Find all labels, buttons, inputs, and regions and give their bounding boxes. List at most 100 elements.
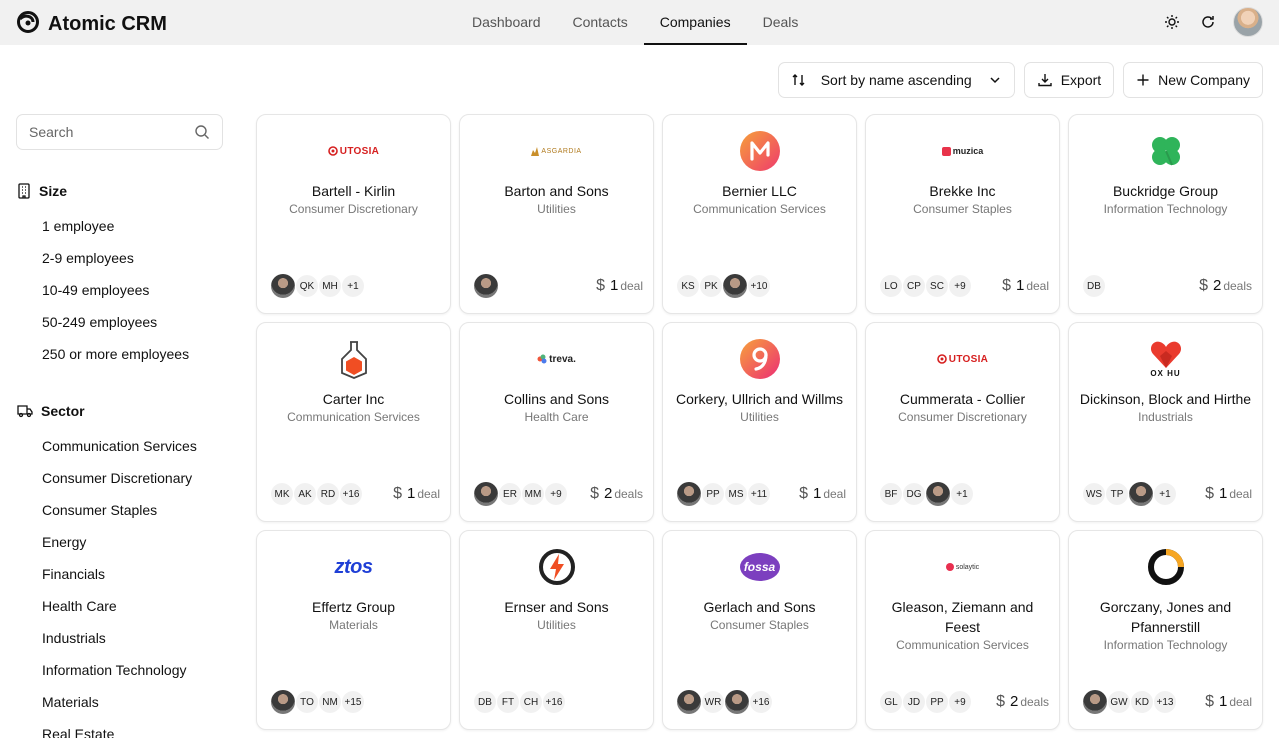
- sort-button[interactable]: Sort by name ascending: [777, 62, 1015, 98]
- company-card[interactable]: Carter Inc Communication Services MK AK RD +1…: [256, 322, 451, 522]
- contact-avatar[interactable]: CH: [520, 691, 542, 713]
- contact-avatar-photo[interactable]: [474, 482, 498, 506]
- contact-avatars: DB FT CH +16: [474, 691, 643, 713]
- company-card[interactable]: Bernier LLC Communication Services KS PK +10: [662, 114, 857, 314]
- contact-avatar[interactable]: KD: [1131, 691, 1153, 713]
- new-company-button[interactable]: New Company: [1123, 62, 1263, 98]
- more-contacts-count[interactable]: +9: [949, 691, 971, 713]
- company-card[interactable]: Corkery, Ullrich and Willms Utilities PP MS…: [662, 322, 857, 522]
- export-button[interactable]: Export: [1023, 62, 1115, 98]
- company-card[interactable]: solaytic Gleason, Ziemann and Feest Commun…: [865, 530, 1060, 730]
- contact-avatar-photo[interactable]: [725, 690, 749, 714]
- filter-sector-item[interactable]: Materials: [42, 686, 197, 718]
- contact-avatar[interactable]: LO: [880, 275, 902, 297]
- filter-sector-item[interactable]: Consumer Discretionary: [42, 462, 197, 494]
- search-input[interactable]: Search: [16, 114, 223, 150]
- more-contacts-count[interactable]: +1: [1154, 483, 1176, 505]
- theme-toggle-sun-icon[interactable]: [1161, 11, 1183, 33]
- contact-avatar[interactable]: NM: [319, 691, 341, 713]
- company-info: Buckridge Group Information Technology: [1077, 181, 1254, 217]
- contact-avatar[interactable]: BF: [880, 483, 902, 505]
- company-card[interactable]: fossa Gerlach and Sons Consumer Staples WR +…: [662, 530, 857, 730]
- refresh-icon[interactable]: [1197, 11, 1219, 33]
- contact-avatar-photo[interactable]: [677, 690, 701, 714]
- contact-avatar-photo[interactable]: [1129, 482, 1153, 506]
- filter-sector-item[interactable]: Communication Services: [42, 430, 197, 462]
- contact-avatar[interactable]: PK: [700, 275, 722, 297]
- more-contacts-count[interactable]: +16: [340, 483, 362, 505]
- more-contacts-count[interactable]: +16: [543, 691, 565, 713]
- contact-avatar[interactable]: SC: [926, 275, 948, 297]
- user-avatar[interactable]: [1233, 7, 1263, 37]
- company-card[interactable]: UTOSIA Bartell - Kirlin Consumer Discretio…: [256, 114, 451, 314]
- contact-avatar[interactable]: TO: [296, 691, 318, 713]
- filter-sector-item[interactable]: Health Care: [42, 590, 197, 622]
- contact-avatar[interactable]: WR: [702, 691, 724, 713]
- contact-avatar[interactable]: TP: [1106, 483, 1128, 505]
- contact-avatar[interactable]: WS: [1083, 483, 1105, 505]
- company-card[interactable]: ASGARDIA Barton and Sons Utilities $1 deal: [459, 114, 654, 314]
- tab-dashboard[interactable]: Dashboard: [456, 0, 557, 45]
- filter-sector-item[interactable]: Financials: [42, 558, 197, 590]
- more-contacts-count[interactable]: +10: [748, 275, 770, 297]
- company-card[interactable]: UTOSIA Cummerata - Collier Consumer Discre…: [865, 322, 1060, 522]
- contact-avatar[interactable]: MS: [725, 483, 747, 505]
- contact-avatar-photo[interactable]: [677, 482, 701, 506]
- contact-avatar-photo[interactable]: [723, 274, 747, 298]
- filter-sector-item[interactable]: Energy: [42, 526, 197, 558]
- contact-avatar[interactable]: DG: [903, 483, 925, 505]
- more-contacts-count[interactable]: +1: [951, 483, 973, 505]
- more-contacts-count[interactable]: +15: [342, 691, 364, 713]
- filter-size-1[interactable]: 1 employee: [42, 210, 189, 242]
- contact-avatar-photo[interactable]: [926, 482, 950, 506]
- company-card[interactable]: ztos Effertz Group Materials TO NM +15: [256, 530, 451, 730]
- contact-avatar-photo[interactable]: [271, 274, 295, 298]
- tab-companies[interactable]: Companies: [643, 0, 747, 45]
- contact-avatar[interactable]: MH: [319, 275, 341, 297]
- company-card[interactable]: Gorczany, Jones and Pfannerstill Informat…: [1068, 530, 1263, 730]
- contact-avatar-photo[interactable]: [1083, 690, 1107, 714]
- filter-sector-item[interactable]: Industrials: [42, 622, 197, 654]
- company-card[interactable]: Ernser and Sons Utilities DB FT CH +16: [459, 530, 654, 730]
- contact-avatar[interactable]: PP: [926, 691, 948, 713]
- contact-avatar[interactable]: FT: [497, 691, 519, 713]
- contact-avatar[interactable]: MM: [522, 483, 544, 505]
- filter-size-10-49[interactable]: 10-49 employees: [42, 274, 189, 306]
- filter-sector-item[interactable]: Information Technology: [42, 654, 197, 686]
- tab-contacts[interactable]: Contacts: [557, 0, 644, 45]
- contact-avatar[interactable]: QK: [296, 275, 318, 297]
- company-card[interactable]: muzica Brekke Inc Consumer Staples LO CP SC +9…: [865, 114, 1060, 314]
- contact-avatar[interactable]: ER: [499, 483, 521, 505]
- contact-avatar[interactable]: MK: [271, 483, 293, 505]
- more-contacts-count[interactable]: +16: [750, 691, 772, 713]
- more-contacts-count[interactable]: +13: [1154, 691, 1176, 713]
- contact-avatar[interactable]: AK: [294, 483, 316, 505]
- brand[interactable]: Atomic CRM: [16, 10, 167, 39]
- filter-sector-item[interactable]: Real Estate: [42, 718, 197, 738]
- contact-avatar[interactable]: CP: [903, 275, 925, 297]
- company-sector: Information Technology: [1103, 202, 1228, 216]
- contact-avatar[interactable]: DB: [1083, 275, 1105, 297]
- contact-avatar[interactable]: RD: [317, 483, 339, 505]
- more-contacts-count[interactable]: +9: [545, 483, 567, 505]
- more-contacts-count[interactable]: +11: [748, 483, 770, 505]
- contact-avatar-photo[interactable]: [474, 274, 498, 298]
- company-card[interactable]: Buckridge Group Information Technology DB $…: [1068, 114, 1263, 314]
- contact-avatar[interactable]: JD: [903, 691, 925, 713]
- contact-avatar-photo[interactable]: [271, 690, 295, 714]
- filter-sector-item[interactable]: Consumer Staples: [42, 494, 197, 526]
- company-card[interactable]: treva. Collins and Sons Health Care ER MM +9 $…: [459, 322, 654, 522]
- filter-size-2-9[interactable]: 2-9 employees: [42, 242, 189, 274]
- more-contacts-count[interactable]: +9: [949, 275, 971, 297]
- contact-avatar[interactable]: GL: [880, 691, 902, 713]
- filter-size-50-249[interactable]: 50-249 employees: [42, 306, 189, 338]
- company-card[interactable]: OX HU Dickinson, Block and Hirthe Industri…: [1068, 322, 1263, 522]
- contact-avatar[interactable]: GW: [1108, 691, 1130, 713]
- more-contacts-count[interactable]: +1: [342, 275, 364, 297]
- filter-size-250-plus[interactable]: 250 or more employees: [42, 338, 189, 370]
- tab-deals[interactable]: Deals: [747, 0, 815, 45]
- contact-avatar[interactable]: DB: [474, 691, 496, 713]
- contact-avatar[interactable]: PP: [702, 483, 724, 505]
- company-name: Ernser and Sons: [504, 599, 609, 615]
- contact-avatar[interactable]: KS: [677, 275, 699, 297]
